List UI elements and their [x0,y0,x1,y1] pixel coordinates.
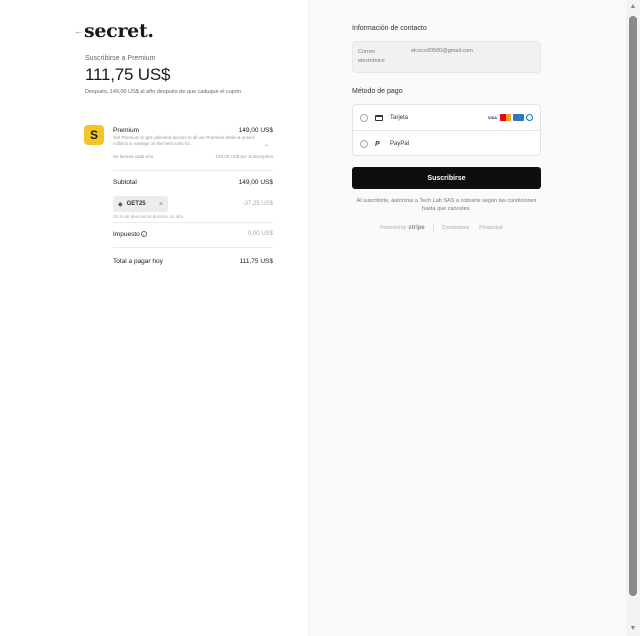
tax-value: 0,00 US$ [247,231,273,237]
subscribe-button[interactable]: Suscribirse [352,167,541,189]
email-field[interactable]: Correo electrónico elcoco30500@gmail.com [352,41,541,73]
payment-option-label: PayPal [390,141,410,147]
stripe-logo[interactable]: stripe [408,225,424,231]
radio-button[interactable] [360,113,368,122]
chevron-down-icon[interactable]: ⌄ [264,141,269,148]
radio-button[interactable] [360,140,368,148]
contact-section-title: Información de contacto [352,25,427,32]
visa-icon: VISA [487,114,498,121]
email-label: Correo electrónico [358,49,385,64]
divider [113,222,273,223]
info-icon[interactable]: i [140,231,147,238]
email-value: elcoco30500@gmail.com [411,48,473,54]
coupon-code: GET25 [126,201,146,207]
price-today: 111,75 US$ [85,65,171,84]
coupon-note: 25 % de descuento durante un año [113,214,184,219]
divider [432,224,434,232]
product-logo-icon: S [84,125,104,145]
amex-icon [513,114,524,121]
subscribe-label: Suscribirse a Premium [85,55,156,62]
total-label: Total a pagar hoy [113,258,163,265]
footer: Powered by stripe Condiciones Privacidad [380,224,513,232]
privacy-link[interactable]: Privacidad [479,225,502,231]
subtotal-value: 149,00 US$ [238,179,273,186]
coupon-discount: -37,25 US$ [242,201,273,207]
billing-frequency: Se factura cada año [113,154,154,159]
billing-amount: 149,00 US$ por Subscription [215,154,273,159]
product-name: Premium [113,127,140,134]
mastercard-icon [500,114,511,121]
product-description: Get Premium to get unlimited access to a… [113,135,255,146]
card-brand-logos: VISA [487,114,533,121]
scrollbar-thumb[interactable] [629,16,637,596]
arrow-left-icon[interactable]: ← [74,26,84,36]
total-value: 111,75 US$ [239,258,273,265]
payment-pane [308,0,626,636]
coupon-chip[interactable]: ◆ GET25 × [113,196,168,212]
order-summary-pane: ← secret. Suscribirse a Premium 111,75 U… [0,0,308,636]
diners-icon [526,114,533,121]
brand-row: ← secret. [74,20,154,42]
tax-label: Impuesto i [113,231,147,238]
credit-card-icon [375,114,383,121]
payment-option-label: Tarjeta [390,114,409,121]
payment-section-title: Método de pago [352,88,403,95]
payment-option-paypal[interactable]: P PayPal [353,131,540,157]
payment-option-card[interactable]: Tarjeta VISA [353,105,540,131]
legal-note: Al suscribirte, autorizas a Tech Lab SAS… [356,198,537,212]
brand-logo: secret. [84,20,154,42]
close-icon[interactable]: × [159,201,163,208]
product-price: 149,00 US$ [238,127,273,134]
scroll-down-icon[interactable]: ▼ [629,625,637,633]
divider [113,247,273,248]
payment-method-list: Tarjeta VISA P PayPal [352,104,541,156]
terms-link[interactable]: Condiciones [442,225,470,231]
renewal-note: Después, 149,00 US$ al año después de qu… [85,89,241,95]
tag-icon: ◆ [118,201,123,208]
paypal-icon: P [375,140,380,148]
divider [113,170,273,171]
powered-by-label: Powered by [380,225,407,231]
scroll-up-icon[interactable]: ▲ [629,3,637,11]
scrollbar[interactable]: ▲ ▼ [626,0,640,636]
subtotal-label: Subtotal [113,179,137,186]
